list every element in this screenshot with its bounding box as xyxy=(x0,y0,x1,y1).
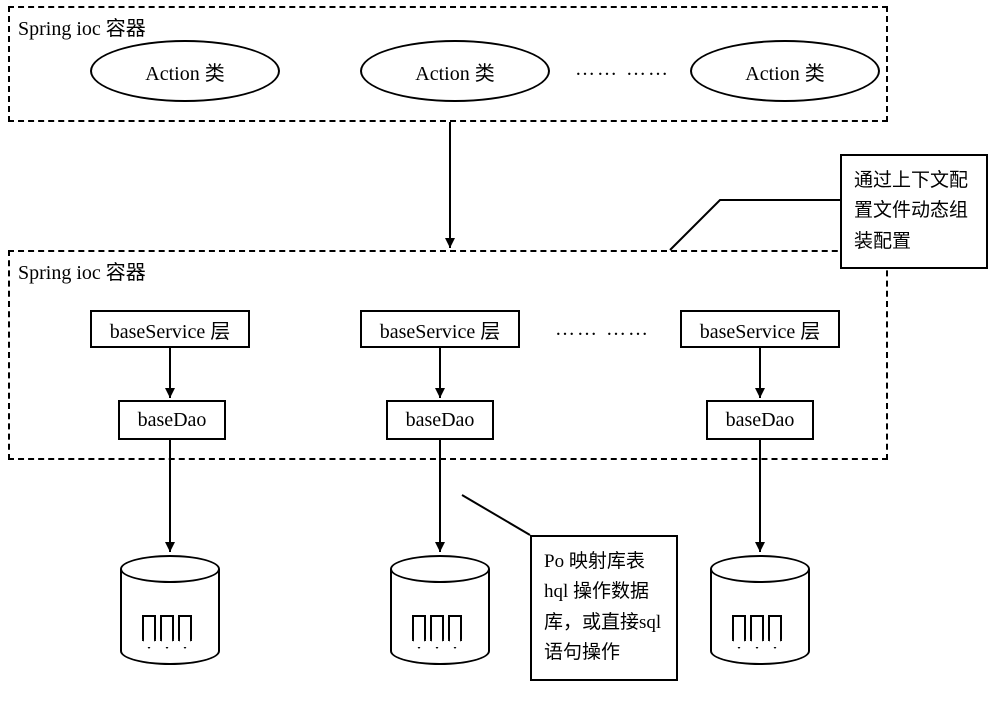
base-service-label-2: baseService 层 xyxy=(380,315,501,344)
database-icon-2 xyxy=(390,555,490,665)
base-dao-box-3: baseDao xyxy=(706,400,814,440)
action-class-node-1: Action 类 xyxy=(90,40,280,102)
top-panel-label: Spring ioc 容器 xyxy=(18,12,146,41)
base-service-box-3: baseService 层 xyxy=(680,310,840,348)
po-mapping-note-text: Po 映射库表hql 操作数据库，或直接sql 语句操作 xyxy=(544,551,661,663)
base-service-label-1: baseService 层 xyxy=(110,315,231,344)
context-config-note: 通过上下文配置文件动态组装配置 xyxy=(840,154,988,269)
action-class-node-2: Action 类 xyxy=(360,40,550,102)
database-icon-1 xyxy=(120,555,220,665)
diagram-stage: Spring ioc 容器 Action 类 Action 类 …… …… Ac… xyxy=(0,0,1000,705)
bottom-panel-label: Spring ioc 容器 xyxy=(18,256,146,285)
base-dao-label-1: baseDao xyxy=(138,409,207,432)
action-class-label-1: Action 类 xyxy=(145,57,224,86)
base-service-box-2: baseService 层 xyxy=(360,310,520,348)
base-dao-label-3: baseDao xyxy=(726,409,795,432)
top-ellipsis: …… …… xyxy=(575,58,670,81)
action-class-node-3: Action 类 xyxy=(690,40,880,102)
base-service-box-1: baseService 层 xyxy=(90,310,250,348)
context-config-note-text: 通过上下文配置文件动态组装配置 xyxy=(854,170,968,252)
po-mapping-note: Po 映射库表hql 操作数据库，或直接sql 语句操作 xyxy=(530,535,678,681)
action-class-label-3: Action 类 xyxy=(745,57,824,86)
action-class-label-2: Action 类 xyxy=(415,57,494,86)
bottom-ellipsis: …… …… xyxy=(555,318,650,341)
base-service-label-3: baseService 层 xyxy=(700,315,821,344)
base-dao-box-2: baseDao xyxy=(386,400,494,440)
base-dao-box-1: baseDao xyxy=(118,400,226,440)
database-icon-3 xyxy=(710,555,810,665)
base-dao-label-2: baseDao xyxy=(406,409,475,432)
